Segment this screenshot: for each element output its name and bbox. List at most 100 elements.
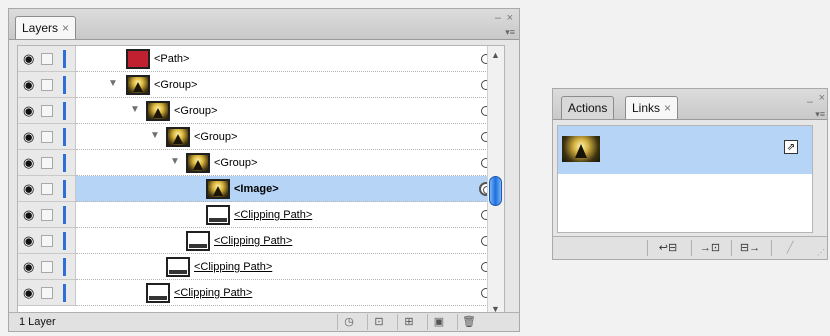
eye-icon[interactable]: ◉: [23, 234, 34, 247]
edit-original-icon[interactable]: ╱: [771, 240, 808, 256]
eye-icon[interactable]: ◉: [23, 156, 34, 169]
tab-layers[interactable]: Layers ×: [15, 16, 77, 39]
layer-row[interactable]: ◉ ▼ <Group>: [18, 98, 504, 124]
group-thumbnail: [166, 127, 190, 147]
link-item-selected[interactable]: ⇗: [558, 126, 812, 174]
row-content[interactable]: <Clipping Path>: [76, 254, 504, 280]
row-gutter: ◉: [18, 280, 76, 306]
eye-icon[interactable]: ◉: [23, 182, 34, 195]
scroll-thumb[interactable]: [489, 176, 502, 206]
close-icon[interactable]: ×: [62, 21, 69, 35]
layer-label: <Group>: [154, 79, 198, 91]
layer-color-bar: [63, 50, 66, 68]
path-thumbnail: [126, 49, 150, 69]
new-layer-icon[interactable]: ▣: [427, 314, 450, 330]
layer-label: <Clipping Path>: [214, 235, 293, 247]
layer-row[interactable]: ◉ <Clipping Path>: [18, 280, 504, 306]
layer-row-selected[interactable]: ◉ <Image>: [18, 176, 504, 202]
layers-panel: Layers × – × ▾≡ ◉ <Path> ◉ ▼ <Group> ◉ ▼…: [8, 8, 520, 332]
relink-icon[interactable]: ↩⊟: [647, 240, 688, 256]
triangle-down-icon[interactable]: ▼: [150, 130, 160, 142]
link-thumbnail: [562, 136, 600, 162]
links-list: ⇗: [557, 125, 813, 233]
row-gutter: ◉: [18, 254, 76, 280]
minimize-icon[interactable]: –: [495, 13, 501, 24]
layer-label: <Image>: [234, 183, 279, 195]
triangle-down-icon[interactable]: ▼: [108, 78, 118, 90]
resize-grip-icon[interactable]: ⋰: [817, 248, 825, 257]
triangle-down-icon[interactable]: ▼: [170, 156, 180, 168]
layers-tab-bar: Layers × – × ▾≡: [9, 9, 519, 40]
layer-row[interactable]: ◉ <Path>: [18, 46, 504, 72]
layer-row[interactable]: ◉ <Clipping Path>: [18, 228, 504, 254]
image-thumbnail: [206, 179, 230, 199]
eye-icon[interactable]: ◉: [23, 130, 34, 143]
row-content[interactable]: <Clipping Path>: [76, 202, 504, 228]
row-content[interactable]: <Image>: [76, 176, 504, 202]
layer-count: 1 Layer: [19, 316, 56, 328]
layer-color-bar: [63, 206, 66, 224]
scroll-up-arrow-icon[interactable]: ▲: [491, 50, 500, 60]
row-content[interactable]: <Clipping Path>: [76, 228, 504, 254]
close-panel-icon[interactable]: ×: [507, 13, 513, 24]
eye-icon[interactable]: ◉: [23, 78, 34, 91]
layer-row[interactable]: ◉ ▼ <Group>: [18, 150, 504, 176]
row-content[interactable]: ▼ <Group>: [76, 150, 504, 176]
eye-icon[interactable]: ◉: [23, 208, 34, 221]
row-gutter: ◉: [18, 150, 76, 176]
eye-icon[interactable]: ◉: [23, 104, 34, 117]
clipping-path-thumbnail: [206, 205, 230, 225]
lock-toggle[interactable]: [41, 235, 53, 247]
minimize-icon[interactable]: –: [807, 97, 813, 108]
tab-actions[interactable]: Actions: [561, 96, 615, 119]
lock-toggle[interactable]: [41, 105, 53, 117]
layer-row[interactable]: ◉ ▼ <Group>: [18, 124, 504, 150]
row-content[interactable]: <Path>: [76, 46, 504, 72]
layer-row[interactable]: ◉ <Clipping Path>: [18, 202, 504, 228]
lock-toggle[interactable]: [41, 79, 53, 91]
eye-icon[interactable]: ◉: [23, 286, 34, 299]
row-content[interactable]: ▼ <Group>: [76, 124, 504, 150]
group-thumbnail: [186, 153, 210, 173]
make-clipping-mask-icon[interactable]: ⊡: [367, 314, 390, 330]
lock-toggle[interactable]: [41, 209, 53, 221]
layer-color-bar: [63, 128, 66, 146]
lock-toggle[interactable]: [41, 183, 53, 195]
panel-menu-icon[interactable]: ▾≡: [505, 27, 515, 38]
layer-label: <Group>: [214, 157, 258, 169]
lock-toggle[interactable]: [41, 53, 53, 65]
eye-icon[interactable]: ◉: [23, 52, 34, 65]
go-to-link-icon[interactable]: →⊡: [691, 240, 728, 256]
layers-scrollbar[interactable]: ▲ ▼: [487, 46, 504, 318]
layers-list: ◉ <Path> ◉ ▼ <Group> ◉ ▼ <Group> ◉ ▼ <Gr…: [17, 45, 505, 319]
layer-label: <Group>: [174, 105, 218, 117]
lock-toggle[interactable]: [41, 287, 53, 299]
row-content[interactable]: <Clipping Path>: [76, 280, 504, 306]
triangle-down-icon[interactable]: ▼: [130, 104, 140, 116]
layer-row[interactable]: ◉ ▼ <Group>: [18, 72, 504, 98]
clipping-path-thumbnail: [166, 257, 190, 277]
layer-label: <Clipping Path>: [194, 261, 273, 273]
update-link-icon[interactable]: ⊟→: [731, 240, 768, 256]
lock-toggle[interactable]: [41, 157, 53, 169]
layer-color-bar: [63, 258, 66, 276]
row-content[interactable]: ▼ <Group>: [76, 72, 504, 98]
close-icon[interactable]: ×: [664, 101, 671, 115]
layer-color-bar: [63, 284, 66, 302]
row-gutter: ◉: [18, 72, 76, 98]
locate-object-icon[interactable]: ◷: [337, 314, 360, 330]
lock-toggle[interactable]: [41, 261, 53, 273]
panel-menu-icon[interactable]: ▾≡: [815, 109, 825, 120]
tab-actions-label: Actions: [568, 101, 608, 115]
clipping-path-thumbnail: [186, 231, 210, 251]
lock-toggle[interactable]: [41, 131, 53, 143]
trash-icon[interactable]: 🗑: [457, 314, 480, 330]
new-sublayer-icon[interactable]: ⊞: [397, 314, 420, 330]
group-thumbnail: [126, 75, 150, 95]
row-content[interactable]: ▼ <Group>: [76, 98, 504, 124]
close-panel-icon[interactable]: ×: [819, 93, 825, 104]
eye-icon[interactable]: ◉: [23, 260, 34, 273]
tab-links[interactable]: Links ×: [625, 96, 679, 119]
layer-row[interactable]: ◉ <Clipping Path>: [18, 254, 504, 280]
layer-label: <Clipping Path>: [234, 209, 313, 221]
